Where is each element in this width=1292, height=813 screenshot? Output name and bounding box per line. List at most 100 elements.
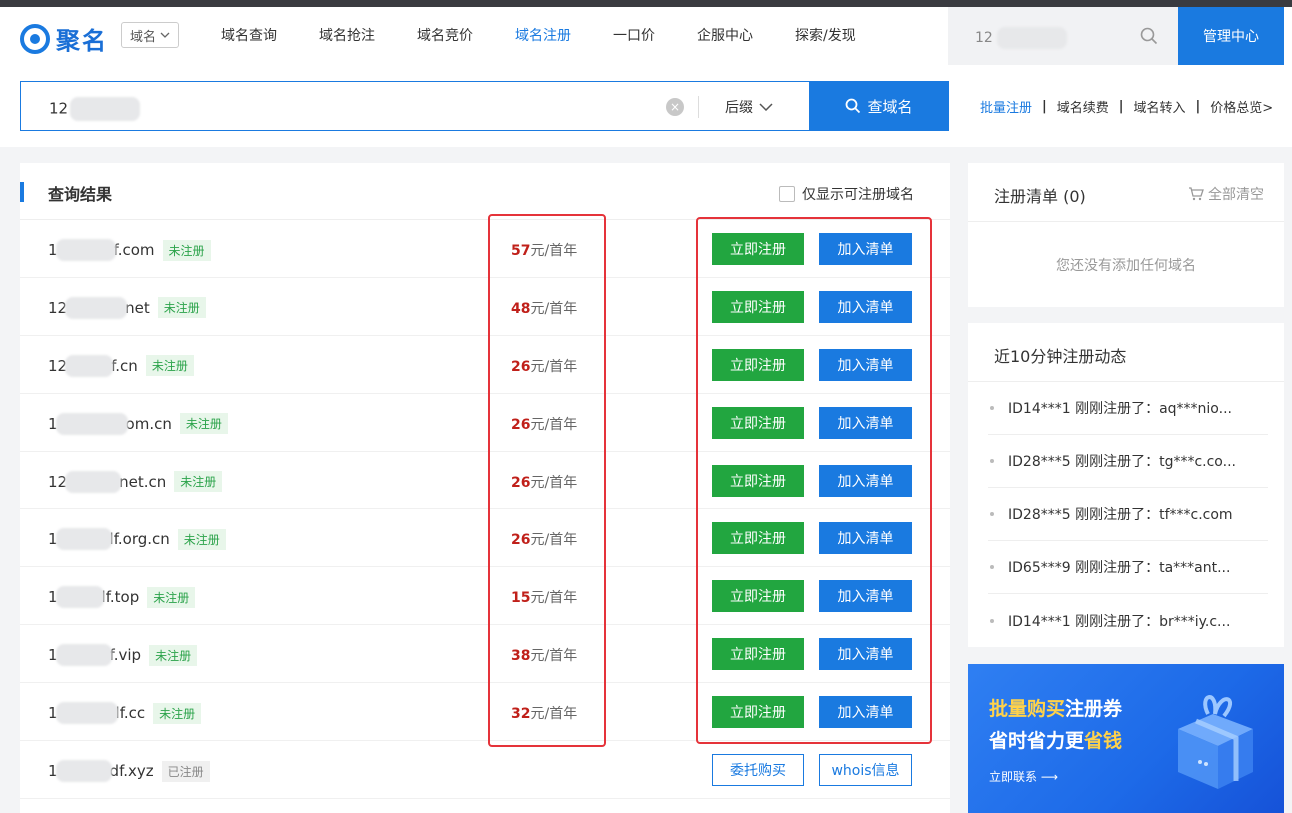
only-available-label: 仅显示可注册域名 [802,187,914,203]
quick-link[interactable]: 域名续费 [1057,97,1109,116]
domain-name[interactable]: 1 lf.cc 未注册 [48,702,202,725]
nav-item[interactable]: 域名抢注 [298,7,396,65]
only-available-checkbox[interactable] [779,186,795,202]
quick-link[interactable]: 批量注册 [980,97,1032,116]
recent-item-text: ID28***5 刚刚注册了：tf***c.com [1008,507,1233,523]
recent-item: ID65***9 刚刚注册了：ta***ant... [988,541,1268,594]
status-badge: 未注册 [174,471,223,493]
redacted-blur [65,354,114,377]
quick-link[interactable]: 域名转入 [1134,97,1186,116]
recent-header: 近10分钟注册动态 [968,323,1284,382]
gift-box-icon [1178,695,1253,789]
banner-line-1: 批量购买注册券 [989,698,1123,720]
redacted-blur [55,586,104,609]
bullet-dot [990,512,994,516]
clear-all-label: 全部清空 [1208,187,1264,203]
recent-list: ID14***1 刚刚注册了：aq***nio... ID28***5 刚刚注册了… [988,382,1268,647]
domain-suffix: f.cn [111,356,138,375]
logo[interactable]: 聚名 [20,21,108,56]
redacted-blur [65,296,128,319]
status-badge: 未注册 [179,413,228,435]
domain-name[interactable]: 1 lf.top 未注册 [48,586,196,609]
header: 聚名 域名 域名查询 域名抢注 域名竞价 域名注册 一口价 企服中心 探索/发现 12 管理… [0,7,1292,65]
search-bar: 12 × 后缀 查域名 批量注册 | 域名续费 | 域名转入 | 价格总览> [0,65,1292,147]
recent-item: ID14***1 刚刚注册了：br***iy.c... [988,594,1268,647]
domain-name[interactable]: 1 f.vip 未注册 [48,644,198,667]
bullet-dot [990,565,994,569]
recent-item: ID28***5 刚刚注册了：tf***c.com [988,488,1268,541]
only-available-filter[interactable]: 仅显示可注册域名 [779,184,914,204]
domain-suffix: net.cn [119,472,167,491]
cart-icon [1189,187,1204,201]
banner-contact-link[interactable]: 立即联系 ⟶ [989,768,1058,785]
result-row: 1 df.xyz 已注册 委托购买 whois信息 [20,741,950,799]
banner-line-2: 省时省力更省钱 [989,730,1123,752]
status-badge: 未注册 [162,239,211,261]
search-icon [846,98,861,114]
chevron-down-icon [160,32,170,38]
link-separator: | [1195,99,1201,114]
whois-button[interactable]: whois信息 [819,754,912,787]
nav-item[interactable]: 一口价 [592,7,676,65]
domain-name[interactable]: 1 df.xyz 已注册 [48,760,210,783]
cart-title: 注册清单 (0) [994,187,1086,206]
manage-center-button[interactable]: 管理中心 [1178,7,1284,65]
bullet-dot [990,459,994,463]
domain-name[interactable]: 12 f.cn 未注册 [48,354,194,377]
actions-annotation-box [696,217,932,744]
status-badge: 未注册 [145,355,194,377]
cart-header: 注册清单 (0) 全部清空 [968,163,1284,222]
header-search[interactable]: 12 [948,7,1178,65]
chevron-down-icon [759,103,773,111]
recent-item-text: ID14***1 刚刚注册了：aq***nio... [1008,401,1232,417]
bullet-dot [990,406,994,410]
domain-suffix: lf.org.cn [109,530,170,549]
domain-name[interactable]: 1 om.cn 未注册 [48,412,228,435]
recent-item-text: ID65***9 刚刚注册了：ta***ant... [1008,560,1231,576]
domain-suffix: f.com [113,241,155,259]
logo-icon [20,23,50,54]
domain-search-input[interactable]: 12 × 后缀 [20,81,810,131]
results-title: 查询结果 [48,185,113,204]
status-badge: 未注册 [157,297,206,319]
search-domain-button[interactable]: 查域名 [809,81,949,131]
domain-name[interactable]: 1 f.com 未注册 [48,239,211,261]
domain-type-select[interactable]: 域名 [121,22,179,48]
nav-item[interactable]: 域名注册 [494,7,592,65]
clear-all-button[interactable]: 全部清空 [1188,184,1264,204]
cart-empty-text: 您还没有添加任何域名 [1056,258,1196,274]
search-icon[interactable] [1140,27,1158,45]
domain-suffix: f.vip [109,646,142,665]
status-badge: 未注册 [177,528,226,550]
domain-name[interactable]: 1 lf.org.cn 未注册 [48,528,226,551]
domain-suffix: df.xyz [109,762,154,781]
status-badge: 未注册 [149,644,198,666]
recent-item: ID28***5 刚刚注册了：tg***c.co... [988,435,1268,488]
domain-suffix: net [125,298,150,317]
link-separator: | [1042,99,1047,114]
suffix-label: 后缀 [725,100,753,116]
promo-banner[interactable]: 批量购买注册券 省时省力更省钱 立即联系 ⟶ [968,664,1284,813]
entrust-buy-button[interactable]: 委托购买 [712,754,804,787]
link-separator: | [1118,99,1124,114]
nav-item[interactable]: 企服中心 [676,7,774,65]
suffix-select[interactable]: 后缀 [725,97,773,117]
quick-links: 批量注册 | 域名续费 | 域名转入 | 价格总览> [980,97,1273,116]
domain-suffix: om.cn [125,414,172,433]
status-badge: 未注册 [153,702,202,724]
price-annotation-box [488,214,606,747]
domain-name[interactable]: 12 net 未注册 [48,296,206,319]
redacted-blur [55,760,112,783]
nav-item[interactable]: 域名查询 [200,7,298,65]
redacted-blur [55,702,118,725]
domain-name[interactable]: 12 net.cn 未注册 [48,470,223,493]
results-header: 查询结果 仅显示可注册域名 [20,163,950,220]
divider [698,96,699,118]
nav-item[interactable]: 探索/发现 [774,7,877,65]
domain-suffix: lf.cc [115,704,146,723]
nav-item[interactable]: 域名竞价 [396,7,494,65]
clear-icon[interactable]: × [666,98,684,116]
redacted-blur [55,239,116,261]
quick-link[interactable]: 价格总览> [1210,97,1273,116]
status-badge: 已注册 [161,760,210,782]
